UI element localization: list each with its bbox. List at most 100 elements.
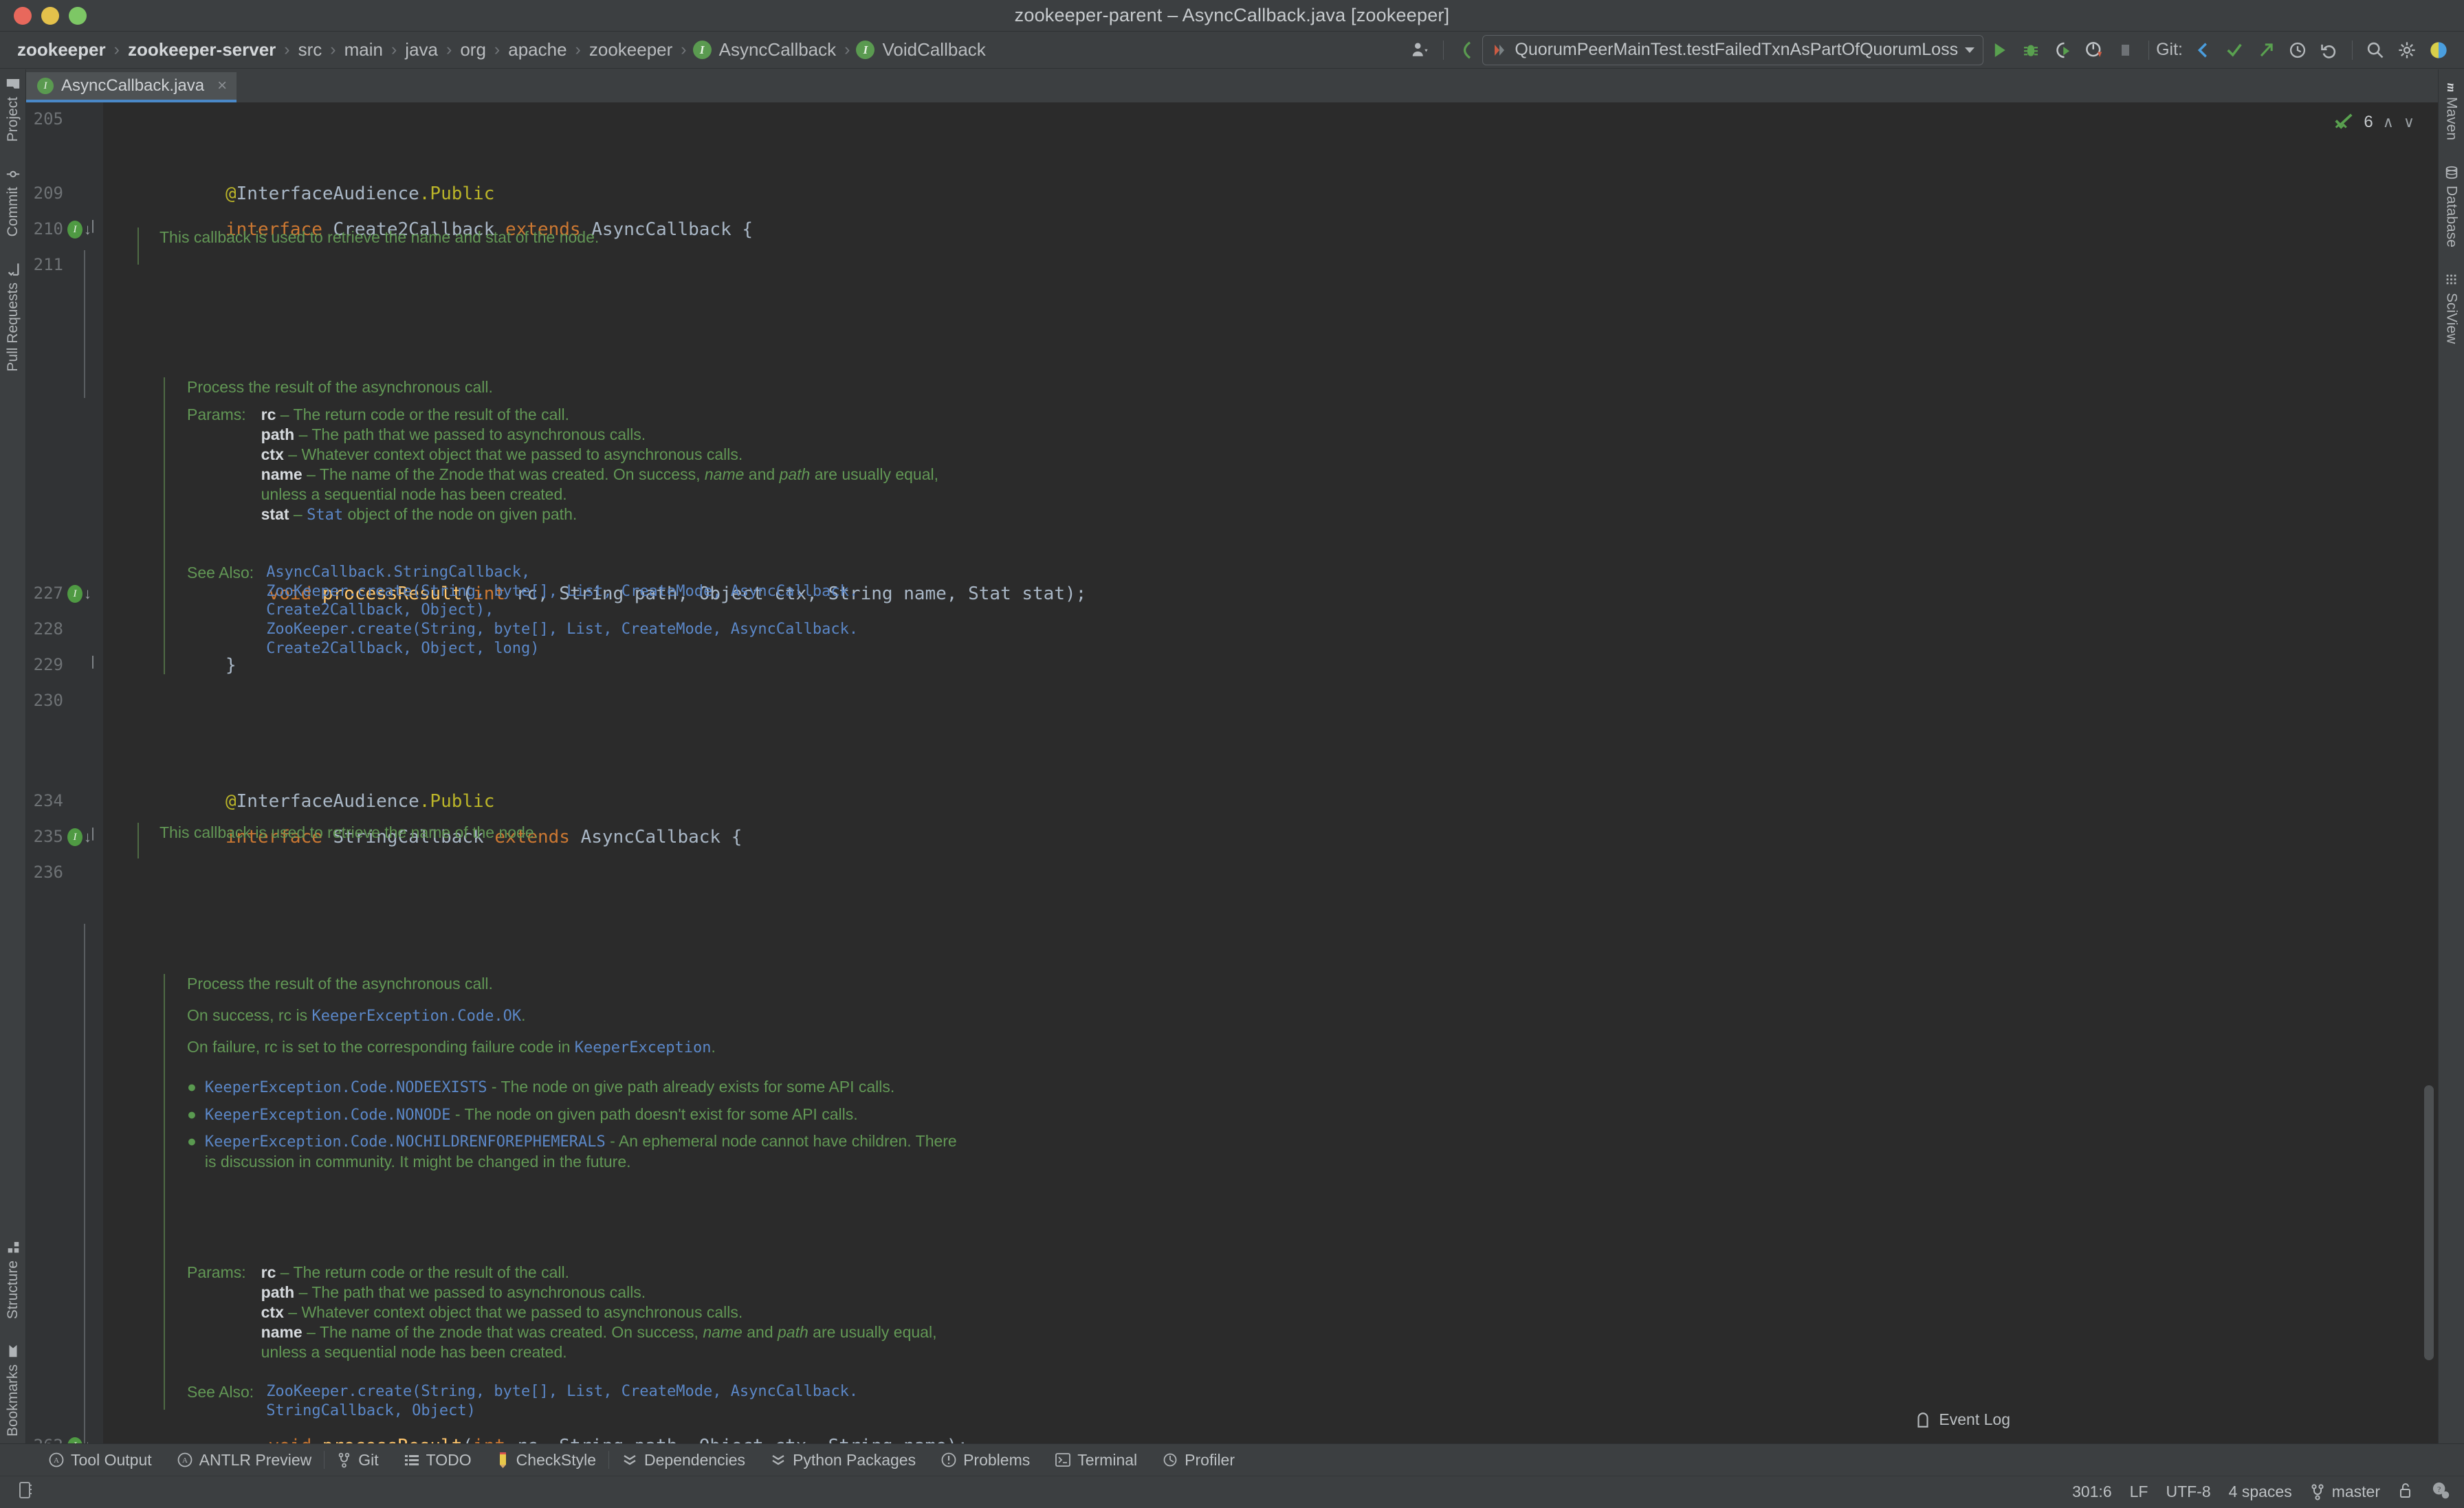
editor-pane[interactable]: 2052092102112272282292302342352362622632…	[26, 102, 2438, 1508]
breadcrumb-item-zookeeper[interactable]: zookeeper	[15, 39, 108, 60]
breadcrumb-separator: ›	[446, 40, 452, 59]
run-icon[interactable]	[1983, 35, 2015, 65]
editor-tab-label: AsyncCallback.java	[61, 76, 205, 95]
stripe-item-sciview[interactable]: SciView	[2443, 272, 2460, 344]
implemented-marker-icon[interactable]: I↓	[67, 828, 91, 846]
git-commit-icon[interactable]	[2219, 35, 2250, 65]
stripe-item-maven[interactable]: m Maven	[2443, 76, 2460, 140]
javadoc-failure-2: On failure, rc is set to the correspondi…	[187, 1038, 716, 1056]
file-encoding[interactable]: UTF-8	[2166, 1483, 2210, 1501]
stripe-item-structure[interactable]: Structure	[5, 1240, 21, 1319]
breadcrumb-item-src[interactable]: src	[296, 39, 324, 60]
editor-tab-asynccallback[interactable]: I AsyncCallback.java ×	[26, 72, 237, 102]
sciview-icon	[2443, 272, 2460, 287]
git-rollback-icon[interactable]	[2313, 35, 2345, 65]
inspections-widget[interactable]: 6 ∧ ∨	[2333, 112, 2414, 133]
tool-window-button-git[interactable]: Git	[324, 1451, 390, 1470]
tool-window-button-python-packages[interactable]: Python Packages	[758, 1451, 928, 1470]
breadcrumb-item-java[interactable]: java	[403, 39, 440, 60]
memory-indicator-icon[interactable]	[18, 1481, 33, 1503]
tool-window-button-dependencies[interactable]: Dependencies	[609, 1451, 758, 1470]
javadoc-bullet: ● KeeperException.Code.NONODE - The node …	[187, 1105, 858, 1124]
code-token: InterfaceAudience	[236, 791, 419, 812]
tool-window-button-todo[interactable]: TODO	[391, 1451, 484, 1470]
chevron-up-icon[interactable]: ∧	[2383, 113, 2394, 131]
stripe-item-bookmarks[interactable]: Bookmarks	[5, 1344, 21, 1437]
close-icon[interactable]: ×	[217, 76, 227, 96]
code-line-234: @InterfaceAudience.Public	[226, 791, 494, 812]
tool-window-label: Git	[358, 1450, 379, 1469]
breadcrumb-item-zookeeper-server[interactable]: zookeeper-server	[126, 39, 278, 60]
implemented-marker-icon[interactable]: I↓	[67, 585, 91, 603]
code-token: .	[419, 184, 430, 204]
inspection-profile-icon[interactable]: ?	[2431, 1481, 2450, 1504]
code-content[interactable]: 6 ∧ ∨ @InterfaceAudience.Public interface…	[103, 102, 2438, 1443]
javadoc-bullets-2: ● KeeperException.Code.NODEEXISTS - The n…	[187, 1077, 964, 1179]
fold-region-bar-1	[84, 250, 85, 398]
search-icon[interactable]	[2360, 35, 2391, 65]
breadcrumb-separator: ›	[681, 40, 687, 59]
stripe-item-project[interactable]: Project	[5, 76, 21, 142]
tool-window-button-tool-output[interactable]: A Tool Output	[36, 1451, 164, 1470]
stop-icon[interactable]	[2110, 35, 2142, 65]
stripe-item-label: SciView	[2443, 292, 2460, 344]
git-update-icon[interactable]	[2187, 35, 2219, 65]
settings-icon[interactable]	[2391, 35, 2423, 65]
debug-icon[interactable]	[2015, 35, 2047, 65]
editor-vertical-scrollbar[interactable]	[2424, 1085, 2434, 1360]
stripe-item-label: Commit	[4, 187, 21, 237]
git-branch-widget[interactable]: master	[2310, 1483, 2380, 1501]
tool-window-button-problems[interactable]: Problems	[928, 1451, 1042, 1470]
fold-region-bar-2	[84, 924, 85, 1508]
tool-window-button-checkstyle[interactable]: CheckStyle	[484, 1451, 608, 1470]
fold-collapse-icon[interactable]	[92, 220, 94, 233]
stripe-item-pull-requests[interactable]: Pull Requests	[5, 262, 21, 371]
implemented-marker-icon[interactable]: I↓	[67, 221, 91, 239]
git-branch-label: master	[2331, 1483, 2380, 1500]
interface-icon: I	[692, 41, 712, 59]
breadcrumb-item-apache[interactable]: apache	[506, 39, 569, 60]
profile-icon[interactable]	[2078, 35, 2110, 65]
profiler-icon	[1162, 1452, 1178, 1468]
stripe-item-commit[interactable]: Commit	[4, 166, 21, 237]
fold-collapse-icon[interactable]	[92, 656, 94, 669]
breadcrumb-label: VoidCallback	[882, 39, 986, 60]
maven-icon: m	[2443, 76, 2460, 93]
breadcrumb-item-main[interactable]: main	[342, 39, 385, 60]
stripe-item-database[interactable]: Database	[2443, 165, 2460, 247]
line-separator[interactable]: LF	[2130, 1483, 2148, 1501]
tool-window-button-profiler[interactable]: Profiler	[1150, 1451, 1247, 1470]
breadcrumb-label: java	[405, 39, 438, 60]
ai-icon[interactable]	[2423, 35, 2454, 65]
chevron-down-icon[interactable]: ∨	[2404, 113, 2414, 131]
status-bar-right: Event Log 301:6 LF UTF-8 4 spaces master…	[1917, 1410, 2450, 1504]
run-coverage-icon[interactable]	[2047, 35, 2078, 65]
interface-icon: I	[37, 78, 54, 94]
breadcrumb-item-asynccallback[interactable]: I AsyncCallback	[692, 39, 839, 60]
svg-text:?: ?	[2437, 1485, 2441, 1494]
run-configuration-label: QuorumPeerMainTest.testFailedTxnAsPartOf…	[1515, 40, 1959, 59]
event-log-button[interactable]: Event Log	[1914, 1410, 2010, 1429]
breadcrumb-item-zookeeper[interactable]: zookeeper	[587, 39, 674, 60]
inspection-count: 6	[2364, 113, 2373, 131]
git-push-icon[interactable]	[2250, 35, 2282, 65]
code-token: Public	[430, 791, 495, 812]
indent-setting[interactable]: 4 spaces	[2229, 1483, 2292, 1501]
run-configuration-selector[interactable]: QuorumPeerMainTest.testFailedTxnAsPartOf…	[1482, 34, 1984, 65]
caret-position[interactable]: 301:6	[2072, 1483, 2112, 1501]
tool-window-button-terminal[interactable]: Terminal	[1042, 1451, 1150, 1470]
unlocked-icon[interactable]	[2398, 1481, 2413, 1503]
tool-window-label: Python Packages	[793, 1450, 916, 1469]
editor-gutter[interactable]: 2052092102112272282292302342352362622632…	[26, 102, 128, 1508]
user-settings-icon[interactable]	[1405, 35, 1436, 65]
stripe-item-label: Structure	[4, 1260, 21, 1319]
git-history-icon[interactable]	[2282, 35, 2313, 65]
breadcrumb-item-voidcallback[interactable]: I VoidCallback	[856, 39, 987, 60]
fold-collapse-icon[interactable]	[92, 828, 94, 841]
breadcrumb-item-org[interactable]: org	[458, 39, 488, 60]
tool-window-button-antlr-preview[interactable]: A ANTLR Preview	[164, 1451, 324, 1470]
tool-window-label: TODO	[426, 1450, 472, 1469]
back-arrow-icon[interactable]	[1451, 35, 1482, 65]
chevron-down-icon[interactable]	[1965, 47, 1975, 53]
toolbar-divider-2	[2148, 40, 2150, 60]
